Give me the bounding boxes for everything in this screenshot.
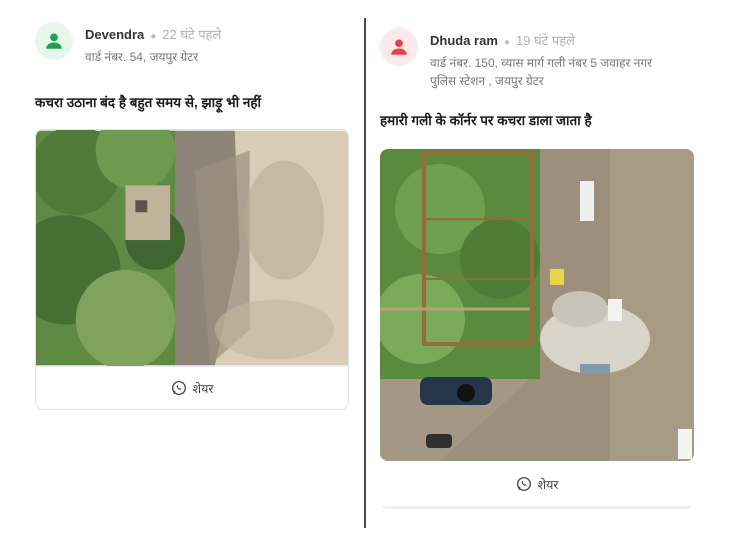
share-label: शेयर xyxy=(537,477,559,492)
ward-location-line-1: वार्ड नंबर. 150, व्यास मार्ग गली नंबर 5 … xyxy=(430,56,653,70)
share-label: शेयर xyxy=(192,381,214,396)
card-bottom-divider xyxy=(380,506,694,509)
post-header: Devendra ● 22 घंटे पहले वार्ड नंबर. 54, जय… xyxy=(35,22,349,66)
ward-location: वार्ड नंबर. 54, जयपुर ग्रेटर xyxy=(85,50,199,64)
share-button[interactable]: शेयर xyxy=(380,463,694,505)
avatar[interactable] xyxy=(35,22,73,60)
user-icon xyxy=(391,39,407,55)
whatsapp-icon xyxy=(516,477,531,491)
separator-dot: ● xyxy=(150,31,157,42)
post-text: हमारी गली के कॉर्नर पर कचरा डाला जाता है xyxy=(380,113,592,128)
post-time: 19 घंटे पहले xyxy=(515,33,575,48)
post-photo[interactable] xyxy=(380,149,694,461)
author-name[interactable]: Dhuda ram xyxy=(430,33,498,48)
post-card-1: Devendra ● 22 घंटे पहले वार्ड नंबर. 54, जय… xyxy=(35,22,349,410)
post-media-card: शेयर xyxy=(380,149,694,509)
post-photo[interactable] xyxy=(36,130,348,366)
user-icon xyxy=(46,33,62,49)
post-time: 22 घंटे पहले xyxy=(162,27,222,42)
author-name[interactable]: Devendra xyxy=(85,27,144,42)
whatsapp-icon xyxy=(171,381,186,395)
column-divider xyxy=(364,18,366,528)
post-text: कचरा उठाना बंद है बहुत समय से, झाड़ू भी … xyxy=(35,95,262,110)
share-button[interactable]: शेयर xyxy=(36,366,348,409)
ward-location-line-2: पुलिस स्टेशन , जयपुर ग्रेटर xyxy=(430,74,544,88)
post-media-card: शेयर xyxy=(35,129,349,410)
separator-dot: ● xyxy=(503,37,510,48)
avatar[interactable] xyxy=(380,28,418,66)
post-header: Dhuda ram ● 19 घंटे पहले वार्ड नंबर. 150, … xyxy=(380,28,694,90)
post-card-2: Dhuda ram ● 19 घंटे पहले वार्ड नंबर. 150, … xyxy=(380,28,694,509)
